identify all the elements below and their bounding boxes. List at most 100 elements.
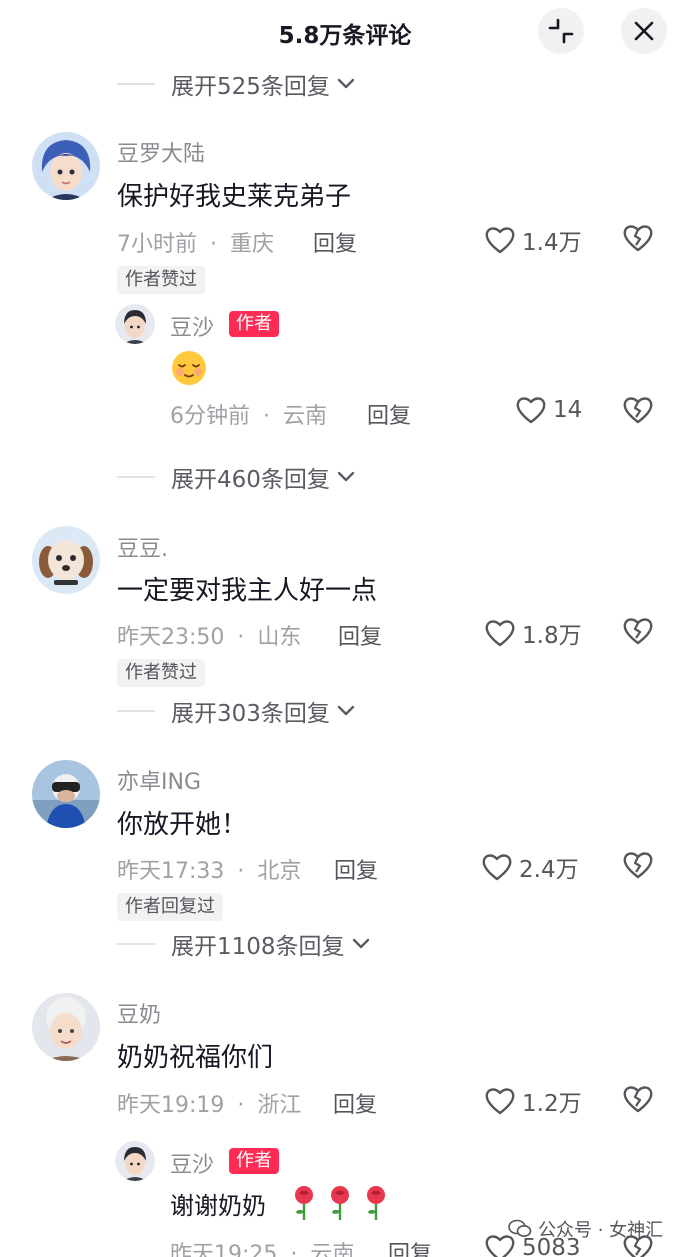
reply-username[interactable]: 豆沙 [170,1147,214,1179]
avatar[interactable] [32,526,100,594]
like-button[interactable]: 1.8万 [484,616,582,650]
broken-heart-icon [623,852,653,879]
like-count: 1.2万 [522,1091,582,1117]
comment-text: 奶奶祝福你们 [117,1043,274,1073]
expand-divider [117,83,155,85]
author-liked-tag: 作者赞过 [117,659,205,687]
reply-meta: 昨天19:25 · 云南 [170,1236,354,1257]
like-count: 14 [553,397,583,423]
expand-replies-button[interactable]: 展开303条回复 [117,694,356,728]
heart-outline-icon [485,1088,515,1115]
reply-button[interactable]: 回复 [334,853,378,885]
avatar[interactable] [32,760,100,828]
like-count: 2.4万 [519,857,579,883]
broken-heart-icon [623,618,653,645]
reply-button[interactable]: 回复 [367,398,411,430]
comment-time: 昨天17:33 [117,859,225,884]
comment-time: 7小时前 [117,232,197,257]
comments-count-title: 5.8万条评论 [278,23,412,49]
avatar[interactable] [32,993,100,1061]
rose-emoji [362,1184,390,1226]
expand-replies-button[interactable]: 展开525条回复 [117,67,356,101]
comment-meta: 昨天23:50 · 山东 [117,619,301,651]
avatar[interactable] [32,132,100,200]
watermark-text: 公众号 · 女神汇 [538,1220,664,1241]
expand-replies-label: 展开525条回复 [171,74,330,100]
dislike-button[interactable] [622,1084,654,1118]
expand-divider [117,943,155,945]
reply-text: 谢谢奶奶 [170,1192,266,1220]
heart-outline-icon [482,854,512,881]
comment-username[interactable]: 豆罗大陆 [117,136,205,168]
expand-divider [117,710,155,712]
meta-separator: · [237,1093,245,1118]
meta-separator: · [210,232,217,257]
like-button[interactable]: 1.4万 [484,223,582,257]
reply-time: 6分钟前 [170,404,250,429]
heart-outline-icon [516,397,546,424]
author-badge: 作者 [229,311,279,337]
comment-username[interactable]: 豆奶 [117,997,161,1029]
rose-emoji [290,1184,318,1226]
expand-replies-button[interactable]: 展开1108条回复 [117,927,371,961]
like-button[interactable]: 14 [515,395,582,425]
reply-meta: 6分钟前 · 云南 [170,398,327,430]
comment-location: 北京 [257,859,302,884]
avatar[interactable] [115,1141,155,1181]
chevron-down-icon [351,937,371,951]
broken-heart-icon [623,1086,653,1113]
comment-location: 山东 [257,625,302,650]
comment-meta: 昨天17:33 · 北京 [117,853,301,885]
close-button[interactable] [621,8,667,54]
dislike-button[interactable] [622,616,654,650]
like-button[interactable]: 1.2万 [484,1084,582,1118]
dislike-button[interactable] [622,223,654,257]
reply-button[interactable]: 回复 [333,1087,377,1119]
collapse-button[interactable] [538,8,584,54]
heart-outline-icon [485,620,515,647]
reply-button[interactable]: 回复 [388,1236,432,1257]
expand-replies-button[interactable]: 展开460条回复 [117,460,356,494]
reply-location: 云南 [283,404,328,429]
expand-replies-label: 展开303条回复 [171,701,330,727]
like-button[interactable]: 2.4万 [481,850,579,884]
comment-text: 一定要对我主人好一点 [117,576,378,606]
comment-text: 你放开她！ [117,810,248,840]
broken-heart-icon [623,225,653,252]
expand-replies-label: 展开460条回复 [171,467,330,493]
heart-outline-icon [485,227,515,254]
author-replied-tag: 作者回复过 [117,893,223,921]
smiling-face-emoji [170,349,208,391]
comment-username[interactable]: 豆豆. [117,531,168,563]
comment-meta: 7小时前 · 重庆 [117,226,274,258]
wechat-icon [508,1219,532,1237]
comment-text: 保护好我史莱克弟子 [117,182,352,212]
rose-emoji [326,1184,354,1226]
comment-location: 浙江 [257,1093,302,1118]
comment-location: 重庆 [230,232,275,257]
author-badge: 作者 [229,1148,279,1174]
reply-location: 云南 [310,1242,355,1257]
comment-time: 昨天19:19 [117,1093,225,1118]
dislike-button[interactable] [622,395,654,429]
reply-time: 昨天19:25 [170,1242,278,1257]
comment-meta: 昨天19:19 · 浙江 [117,1087,301,1119]
watermark: 公众号 · 女神汇 [508,1216,663,1242]
comment-username[interactable]: 亦卓ING [117,764,201,796]
chevron-down-icon [336,704,356,718]
comments-header: 5.8万条评论 [0,0,690,64]
chevron-down-icon [336,77,356,91]
reply-username[interactable]: 豆沙 [170,310,214,342]
dislike-button[interactable] [622,850,654,884]
expand-divider [117,476,155,478]
comment-time: 昨天23:50 [117,625,225,650]
reply-button[interactable]: 回复 [338,619,382,651]
collapse-icon [548,18,574,44]
meta-separator: · [237,859,245,884]
meta-separator: · [237,625,245,650]
like-count: 1.4万 [522,230,582,256]
reply-button[interactable]: 回复 [313,226,357,258]
avatar[interactable] [115,304,155,344]
chevron-down-icon [336,470,356,484]
close-icon [634,21,654,41]
